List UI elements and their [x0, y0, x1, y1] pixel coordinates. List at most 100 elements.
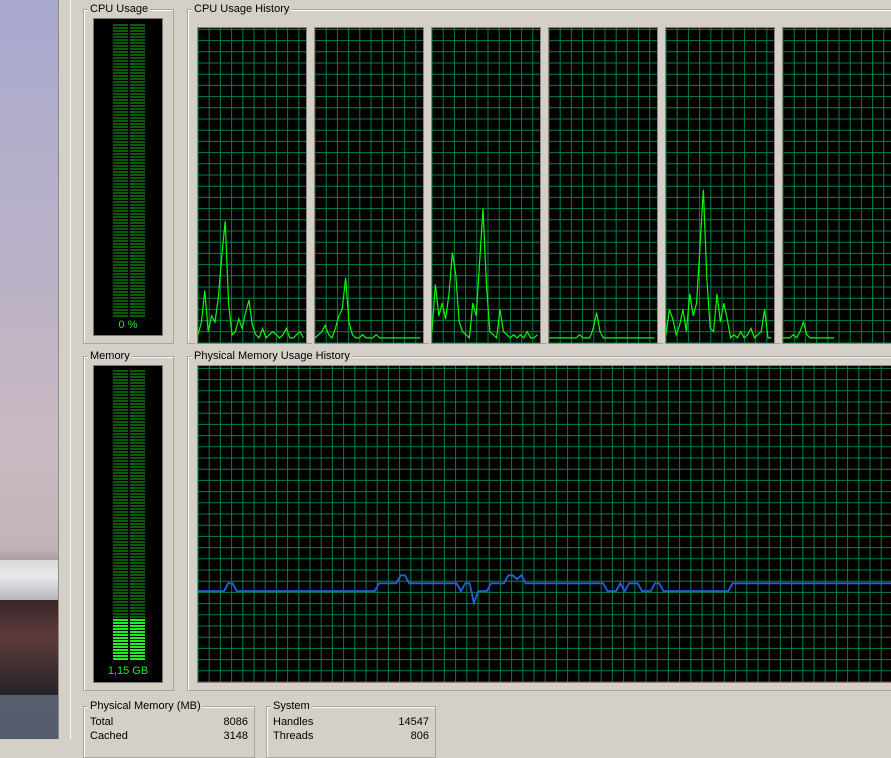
cpu-meter-segment: [130, 198, 145, 200]
grid-lines: [315, 28, 423, 343]
memory-meter-segment: [130, 370, 145, 372]
memory-meter-segment: [130, 424, 145, 426]
memory-meter-segment: [130, 643, 145, 645]
memory-meter-segment: [130, 508, 145, 510]
memory-meter-segment: [113, 499, 128, 501]
memory-meter-segment: [130, 490, 145, 492]
memory-meter-segment: [113, 613, 128, 615]
memory-meter-segment: [113, 646, 128, 648]
cpu-meter-segment: [130, 234, 145, 236]
cpu-core-graph-3: [431, 27, 541, 344]
memory-meter-segment: [113, 403, 128, 405]
memory-meter-segment: [113, 505, 128, 507]
cached-value: 3148: [223, 730, 248, 742]
handles-label: Handles: [273, 716, 314, 728]
memory-meter-segment: [113, 400, 128, 402]
cpu-meter-segment: [130, 72, 145, 74]
memory-meter-segment: [113, 496, 128, 498]
system-title: System: [271, 700, 312, 713]
memory-meter-segment: [113, 610, 128, 612]
cpu-meter-segment: [130, 258, 145, 260]
cpu-meter-segment: [130, 132, 145, 134]
cpu-meter-segment: [113, 150, 128, 152]
cpu-meter-segment: [130, 141, 145, 143]
memory-meter-segment: [130, 418, 145, 420]
memory-meter-segment: [113, 379, 128, 381]
cpu-meter-segment: [113, 207, 128, 209]
cpu-meter-segment: [130, 57, 145, 59]
cpu-history-title: CPU Usage History: [192, 3, 292, 16]
memory-meter-segment: [130, 379, 145, 381]
cpu-meter-segment: [130, 174, 145, 176]
cpu-meter-segment: [130, 54, 145, 56]
cpu-meter-segment: [130, 228, 145, 230]
memory-meter-segment: [113, 460, 128, 462]
memory-title: Memory: [88, 350, 132, 363]
memory-meter-segment: [113, 604, 128, 606]
cpu-meter-segment: [113, 96, 128, 98]
cpu-core-panel-4: [546, 27, 658, 345]
cpu-meter-segment: [113, 135, 128, 137]
cpu-meter-segment: [130, 156, 145, 158]
cpu-meter-segment: [130, 42, 145, 44]
memory-meter-segment: [113, 556, 128, 558]
cpu-meter-segment: [130, 144, 145, 146]
memory-meter-segment: [130, 460, 145, 462]
total-label: Total: [90, 716, 114, 728]
cpu-meter-segment: [113, 117, 128, 119]
memory-meter-segment: [113, 493, 128, 495]
cpu-meter-segment: [113, 210, 128, 212]
memory-meter-segment: [113, 547, 128, 549]
memory-meter-segment: [113, 475, 128, 477]
cpu-meter-segment: [113, 285, 128, 287]
memory-meter-segment: [113, 478, 128, 480]
memory-meter: 1,15 GB: [93, 365, 163, 683]
cpu-core-panel-1: [195, 27, 307, 345]
memory-meter-segment: [130, 631, 145, 633]
cpu-meter-segment: [130, 255, 145, 257]
memory-meter-segment: [130, 451, 145, 453]
memory-meter-segment: [113, 658, 128, 660]
cpu-core-graph-2: [314, 27, 424, 344]
cpu-meter-segment: [130, 120, 145, 122]
memory-meter-segment: [113, 574, 128, 576]
cpu-meter-segment: [130, 27, 145, 29]
memory-meter-segment: [130, 577, 145, 579]
cpu-core-panel-5: [663, 27, 775, 345]
cpu-meter-segment: [113, 27, 128, 29]
cpu-meter-segment: [130, 48, 145, 50]
cpu-meter-segment: [113, 243, 128, 245]
memory-meter-segment: [130, 466, 145, 468]
cpu-meter-segment: [113, 99, 128, 101]
cpu-meter-segment: [130, 246, 145, 248]
cpu-meter-segment: [113, 273, 128, 275]
cpu-meter-segment: [113, 300, 128, 302]
memory-meter-segment: [130, 496, 145, 498]
cpu-meter-segment: [130, 276, 145, 278]
cpu-meter-segment: [130, 315, 145, 317]
memory-meter-segment: [113, 511, 128, 513]
memory-meter-segment: [113, 412, 128, 414]
cpu-meter-segment: [130, 243, 145, 245]
cpu-meter-segment: [113, 291, 128, 293]
memory-meter-segment: [113, 406, 128, 408]
cpu-core-plot: [315, 28, 423, 343]
memory-meter-segment: [113, 514, 128, 516]
cpu-meter-segment: [130, 273, 145, 275]
cpu-meter-segment: [130, 39, 145, 41]
memory-meter-segment: [130, 499, 145, 501]
memory-meter-segment: [113, 553, 128, 555]
cpu-meter-segment: [113, 87, 128, 89]
cpu-meter-segment: [113, 24, 128, 26]
cpu-meter-segment: [113, 294, 128, 296]
memory-meter-segment: [113, 523, 128, 525]
cpu-meter-segment: [130, 264, 145, 266]
memory-meter-segment: [113, 424, 128, 426]
memory-meter-segment: [113, 640, 128, 642]
memory-meter-segment: [113, 586, 128, 588]
cpu-history-group: CPU Usage History: [187, 3, 891, 345]
cpu-meter-segment: [130, 66, 145, 68]
cpu-meter-segment: [113, 81, 128, 83]
memory-meter-segment: [113, 490, 128, 492]
cpu-usage-group: CPU Usage 0 %: [83, 3, 174, 344]
